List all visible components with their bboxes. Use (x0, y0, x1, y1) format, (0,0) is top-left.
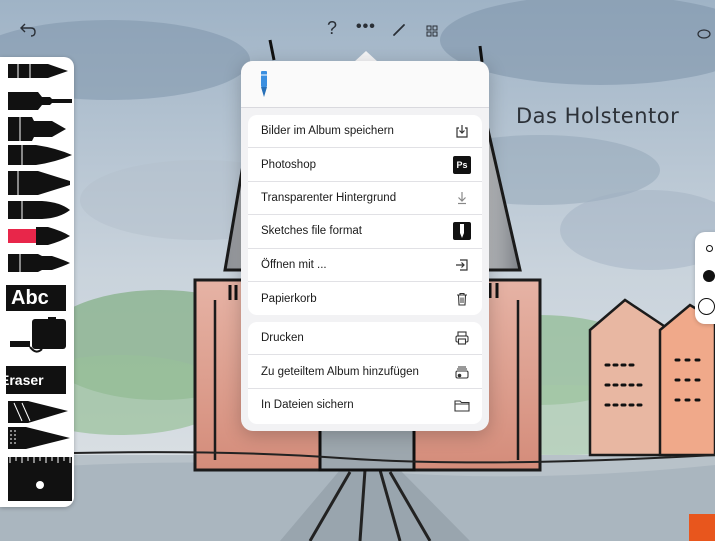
system-actions-group: Drucken Zu geteiltem Album hinzufügen In… (248, 322, 482, 424)
chisel-marker-tool[interactable] (8, 169, 72, 199)
photoshop-badge: Ps (453, 155, 471, 174)
menu-item-print[interactable]: Drucken (248, 322, 482, 356)
colored-brush-tool[interactable] (8, 223, 72, 253)
menu-item-label: Sketches file format (261, 225, 362, 238)
menu-item-photoshop[interactable]: Photoshop Ps (248, 148, 482, 182)
more-button[interactable]: ••• (356, 17, 376, 37)
airbrush-tool[interactable] (8, 317, 72, 353)
printer-icon (453, 329, 471, 347)
eraser-label: Eraser (6, 372, 44, 388)
sketches-app-icon (453, 222, 471, 241)
flat-brush-tool[interactable] (8, 250, 72, 280)
brush-size-picker (695, 232, 715, 324)
text-tool[interactable]: Abc (6, 285, 66, 311)
eraser-tool[interactable]: Eraser (6, 366, 66, 394)
menu-item-label: Transparenter Hintergrund (261, 191, 397, 204)
menu-item-label: Bilder im Album speichern (261, 125, 394, 138)
save-to-album-icon (453, 122, 471, 140)
menu-item-shared-album[interactable]: Zu geteiltem Album hinzufügen (248, 355, 482, 389)
circle-icon[interactable] (697, 24, 711, 44)
menu-item-save-to-files[interactable]: In Dateien sichern (248, 389, 482, 422)
popover-header (241, 61, 489, 108)
menu-item-label: Zu geteiltem Album hinzufügen (261, 365, 419, 378)
menu-item-save-to-album[interactable]: Bilder im Album speichern (248, 115, 482, 149)
brush-pen-tool[interactable] (8, 142, 72, 172)
menu-item-sketches-format[interactable]: Sketches file format (248, 215, 482, 249)
share-actions-group: Bilder im Album speichern Photoshop Ps T… (248, 115, 482, 315)
brush-size-small[interactable] (706, 245, 713, 252)
undo-icon[interactable] (20, 22, 36, 42)
ruler-tool[interactable] (8, 453, 72, 501)
pencil-tool[interactable] (8, 59, 72, 89)
blur-tool[interactable] (8, 425, 72, 455)
grid-icon[interactable] (426, 22, 438, 42)
marker-tool[interactable] (8, 115, 72, 145)
folder-icon (453, 396, 471, 414)
help-button[interactable]: ? (327, 18, 337, 38)
menu-item-label: Photoshop (261, 158, 316, 171)
shared-album-icon (453, 363, 471, 381)
menu-item-open-with[interactable]: Öffnen mit ... (248, 249, 482, 282)
photoshop-icon: Ps (453, 155, 471, 174)
menu-item-label: Drucken (261, 332, 304, 345)
open-with-icon (453, 256, 471, 274)
menu-item-trash[interactable]: Papierkorb (248, 282, 482, 315)
brush-size-medium[interactable] (703, 270, 715, 282)
pen-icon[interactable] (392, 22, 406, 42)
share-popover: Bilder im Album speichern Photoshop Ps T… (241, 61, 489, 431)
menu-item-label: Papierkorb (261, 292, 317, 305)
menu-item-transparent-background[interactable]: Transparenter Hintergrund (248, 182, 482, 216)
trash-icon (453, 290, 471, 308)
brush-size-large[interactable] (698, 298, 715, 315)
sketch-title-text: Das Holstentor (516, 104, 680, 128)
fineliner-tool[interactable] (8, 88, 72, 118)
menu-item-label: Öffnen mit ... (261, 258, 327, 271)
color-swatch[interactable] (689, 514, 715, 541)
transparent-background-icon (453, 189, 471, 207)
tool-palette: Abc Eraser (0, 57, 74, 507)
brush-app-icon (259, 71, 269, 102)
menu-item-label: In Dateien sichern (261, 399, 354, 412)
